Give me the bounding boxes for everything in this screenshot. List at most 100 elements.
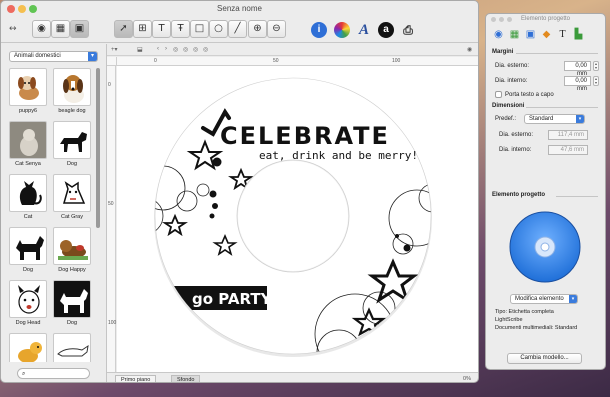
clip-item[interactable]: Cat	[7, 174, 49, 220]
inspector-tabs: ◉ ▦ ▣ ◆ T ▙	[490, 26, 602, 44]
clip-label: puppy6	[18, 108, 38, 114]
panel-close-button[interactable]	[491, 17, 496, 22]
cd-label[interactable]: CELEBRATE eat, drink and be merry! go PA…	[117, 66, 478, 372]
margin-outer-stepper[interactable]: ▴ ▾	[593, 61, 599, 71]
beagle-image	[53, 68, 91, 106]
modify-element-value: Modifica elemento	[515, 296, 564, 302]
clip-label: Dog	[66, 161, 78, 167]
back-icon[interactable]: ‹	[157, 46, 159, 52]
dog-black-image	[9, 227, 47, 265]
amazon-icon[interactable]: a	[378, 22, 394, 38]
design-canvas[interactable]: CELEBRATE eat, drink and be merry! go PA…	[117, 66, 478, 372]
arrows-icon[interactable]: ↔	[9, 24, 17, 34]
line-icon[interactable]: ╱	[228, 20, 247, 38]
text-arc-icon[interactable]: T	[152, 20, 171, 38]
textbox-icon[interactable]: ⊞	[133, 20, 152, 38]
clip-item[interactable]: Cat Gray	[51, 174, 93, 220]
chevron-down-icon: ▾	[569, 295, 577, 303]
photo-icon[interactable]: ▣	[70, 20, 89, 38]
ruler-corner	[107, 57, 117, 66]
dim-inner-label: Dia. interno:	[499, 147, 532, 153]
tab-background[interactable]: Sfondo	[171, 375, 201, 382]
zoom-button[interactable]	[29, 5, 37, 13]
zoom-level[interactable]: 0%	[463, 376, 471, 382]
type-info: Tipo: Etichetta completa	[495, 309, 554, 315]
clip-label: Cat Gray	[60, 214, 83, 220]
preset-select[interactable]: Standard ▾	[524, 114, 585, 124]
camera-icon[interactable]: ◉	[32, 20, 51, 38]
layer-icon[interactable]: ⬓	[137, 46, 143, 53]
cat-silhouette-image	[9, 174, 47, 212]
margin-outer-label: Dia. esterno:	[495, 63, 530, 69]
text-path-icon[interactable]: Ŧ	[171, 20, 190, 38]
divider	[516, 53, 598, 54]
tab-front[interactable]: Primo piano	[115, 375, 157, 382]
wrap-text-checkbox[interactable]	[495, 91, 502, 98]
panel-zoom-button[interactable]	[507, 17, 512, 22]
pointer-icon[interactable]: ➚	[114, 20, 133, 38]
clip-item[interactable]: Dog Head	[7, 280, 49, 326]
disc-tab-icon[interactable]: ◉	[492, 28, 505, 41]
scroll-thumb[interactable]	[96, 68, 100, 228]
dim-outer-field: 117,4 mm	[548, 130, 588, 140]
category-select[interactable]: Animali domestici ▾	[9, 51, 98, 62]
clip-item[interactable]: puppy6	[7, 68, 49, 114]
clip-item[interactable]: Dog	[51, 280, 93, 326]
dog-yellow-image	[9, 333, 47, 362]
text-tab-icon[interactable]: T	[556, 28, 569, 41]
minimize-button[interactable]	[18, 5, 26, 13]
ruler-tick: 50	[273, 58, 279, 64]
search-field[interactable]: ⌕	[17, 368, 90, 379]
clip-item[interactable]	[7, 333, 49, 362]
close-button[interactable]	[7, 5, 15, 13]
align-center-icon[interactable]: ◎	[183, 46, 188, 53]
align-left-icon[interactable]: ◎	[173, 46, 178, 53]
dog-head-image	[9, 280, 47, 318]
margin-inner-field[interactable]: 0,00 mm	[564, 76, 591, 92]
clip-item[interactable]: Dog Happy	[51, 227, 93, 273]
documents-info: Documenti multimediali: Standard	[495, 325, 578, 331]
celebrate-text[interactable]: CELEBRATE	[220, 122, 390, 150]
add-icon[interactable]: +▾	[111, 46, 118, 53]
divider	[526, 107, 598, 108]
layout-tab-icon[interactable]: ▦	[508, 28, 521, 41]
color-tab-icon[interactable]: ◆	[540, 28, 553, 41]
modify-element-select[interactable]: Modifica elemento ▾	[510, 294, 578, 304]
clip-item[interactable]: beagle dog	[51, 68, 93, 114]
clip-item[interactable]: Dog	[7, 227, 49, 273]
clip-item[interactable]	[51, 333, 93, 362]
clip-label: Dog	[22, 267, 34, 273]
margin-inner-stepper[interactable]: ▴ ▾	[593, 76, 599, 86]
margin-outer-field[interactable]: 0,00 mm	[564, 61, 591, 77]
clip-item[interactable]: Dog	[51, 121, 93, 167]
wrap-text-label: Porta testo a capo	[505, 92, 554, 98]
tagline-text[interactable]: eat, drink and be merry!	[259, 149, 418, 162]
chevron-down-icon: ▾	[88, 52, 97, 61]
change-model-button[interactable]: Cambia modello...	[507, 353, 582, 364]
sidebar-scrollbar[interactable]	[94, 68, 101, 362]
distribute-icon[interactable]: ◎	[203, 46, 208, 53]
zoom-in-icon[interactable]: ⊕	[248, 20, 267, 38]
forward-icon[interactable]: ›	[165, 46, 167, 52]
clip-label: Dog Happy	[58, 267, 86, 273]
rectangle-icon[interactable]: □	[190, 20, 209, 38]
party-text[interactable]: go PARTY!	[192, 290, 278, 308]
zoom-out-icon[interactable]: ⊖	[267, 20, 286, 38]
ruler-tick: 0	[108, 82, 111, 88]
font-icon[interactable]: A	[356, 22, 372, 38]
panel-minimize-button[interactable]	[499, 17, 504, 22]
color-wheel-icon[interactable]	[334, 22, 350, 38]
print-icon[interactable]: ⎙	[400, 22, 416, 38]
align-right-icon[interactable]: ◎	[193, 46, 198, 53]
clipart-sidebar: Animali domestici ▾ puppy6 beagle dog Ca…	[1, 44, 107, 382]
eye-icon[interactable]: ◉	[467, 46, 472, 53]
clip-label: Cat	[23, 214, 33, 220]
info-icon[interactable]: i	[311, 22, 327, 38]
ellipse-icon[interactable]: ○	[209, 20, 228, 38]
grid-icon[interactable]: ▦	[51, 20, 70, 38]
image-tab-icon[interactable]: ▣	[524, 28, 537, 41]
main-window: Senza nome ↔ ◉ ▦ ▣ ➚ ⊞ T Ŧ □ ○ ╱ ⊕ ⊖ i A…	[0, 0, 479, 383]
inspector-panel: Elemento progetto ◉ ▦ ▣ ◆ T ▙ Margini Di…	[485, 13, 606, 370]
align-tab-icon[interactable]: ▙	[572, 28, 585, 41]
clip-item[interactable]: Cat Senya	[7, 121, 49, 167]
